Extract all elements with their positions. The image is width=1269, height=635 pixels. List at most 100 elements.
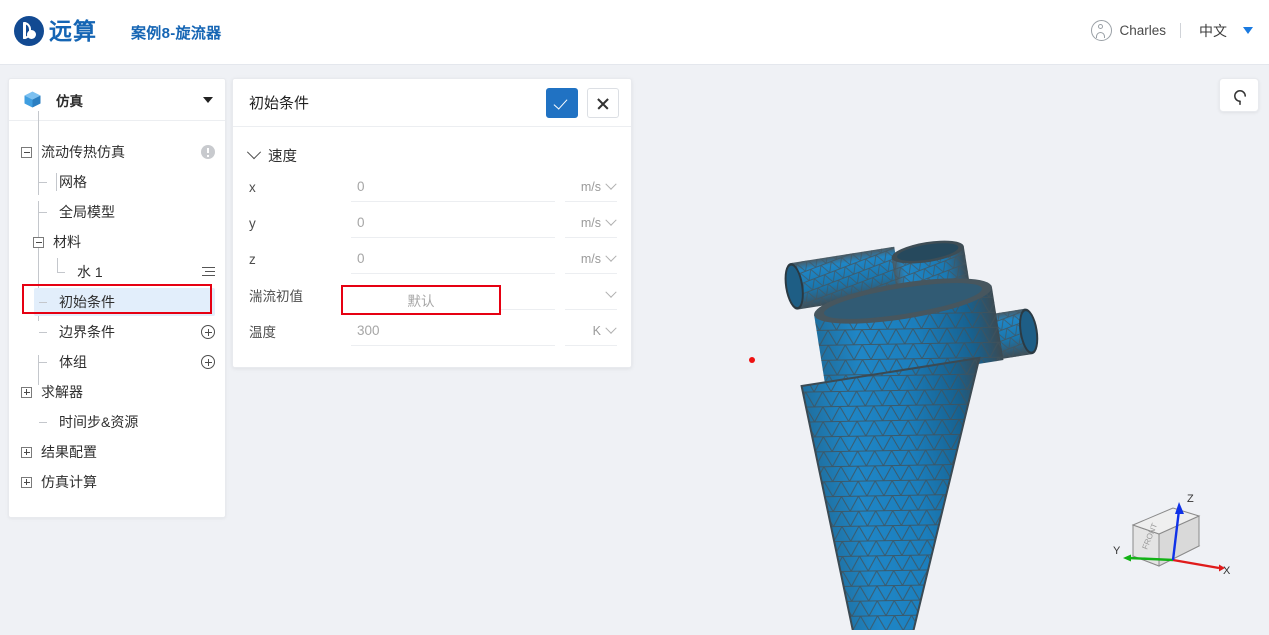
temperature-input[interactable] <box>351 316 555 346</box>
tree-item-label: 边界条件 <box>59 324 115 340</box>
velocity-section-label: 速度 <box>268 148 297 165</box>
tree-item-label: 网格 <box>59 174 87 190</box>
chevron-down-icon <box>605 214 617 226</box>
tree-item-label: 结果配置 <box>41 444 97 460</box>
field-row-velocity-y: y m/s <box>233 205 631 241</box>
tree-item-mesh[interactable]: 网格 <box>9 167 225 197</box>
sidebar-panel: 仿真 流动传热仿真 网格 全局模型 材料 水 1 初始条件 边界条件 体组 求解… <box>8 78 226 518</box>
field-label-turbulence: 湍流初值 <box>249 289 303 304</box>
list-icon[interactable] <box>202 266 215 278</box>
tree-item-solver[interactable]: 求解器 <box>9 377 225 407</box>
tree-item-label: 流动传热仿真 <box>41 144 125 160</box>
reset-view-button[interactable] <box>1219 78 1259 112</box>
tree-item-label: 仿真计算 <box>41 474 97 490</box>
warning-icon <box>201 145 215 159</box>
tree-item-simulation-run[interactable]: 仿真计算 <box>9 467 225 497</box>
velocity-y-unit-select[interactable]: m/s <box>565 208 617 238</box>
tree-item-boundary-conditions[interactable]: 边界条件 <box>9 317 225 347</box>
user-menu[interactable]: Charles <box>1091 20 1180 41</box>
tree-item-global-model[interactable]: 全局模型 <box>9 197 225 227</box>
expand-expander-icon[interactable] <box>21 386 32 398</box>
axis-x-label: X <box>1223 565 1231 577</box>
field-label-y: y <box>249 215 256 231</box>
tree-item-label: 求解器 <box>41 384 83 400</box>
collapse-expander-icon[interactable] <box>33 236 44 248</box>
velocity-y-input[interactable] <box>351 208 555 238</box>
tree-item-flow-heat-simulation[interactable]: 流动传热仿真 <box>9 137 225 167</box>
tree-item-timestep-resources[interactable]: 时间步&资源 <box>9 407 225 437</box>
project-title: 案例8-旋流器 <box>131 25 222 42</box>
tree-item-label: 水 1 <box>77 264 103 280</box>
axis-orientation-widget[interactable]: FRONT X Y Z <box>1111 488 1231 588</box>
confirm-button[interactable] <box>546 87 578 118</box>
caret-down-icon[interactable] <box>203 96 213 103</box>
panel-title: 初始条件 <box>249 95 310 112</box>
tree-branch-line <box>39 177 50 188</box>
simulation-tree: 流动传热仿真 网格 全局模型 材料 水 1 初始条件 边界条件 体组 求解器 时… <box>9 111 225 517</box>
tree-item-initial-conditions[interactable]: 初始条件 <box>9 287 225 317</box>
header-right-group: Charles 中文 <box>1091 20 1253 41</box>
field-row-temperature: 温度 K <box>233 313 631 349</box>
unit-label: m/s <box>580 179 601 194</box>
tree-item-material[interactable]: 材料 <box>9 227 225 257</box>
panel-header: 初始条件 <box>233 79 631 127</box>
caret-down-icon <box>1243 27 1253 34</box>
tree-item-label: 材料 <box>53 234 81 250</box>
tree-item-label: 时间步&资源 <box>59 414 139 430</box>
app-root: FRONT X Y Z 远算 案例8-旋流器 Charles 中文 仿真 流动传… <box>0 0 1269 635</box>
tree-branch-line <box>57 257 68 278</box>
velocity-x-unit-select[interactable]: m/s <box>565 172 617 202</box>
field-label-x: x <box>249 179 256 195</box>
tree-item-label: 体组 <box>59 354 87 370</box>
axis-z-label: Z <box>1187 493 1194 505</box>
expand-expander-icon[interactable] <box>21 446 32 458</box>
turbulence-initial-value-select[interactable] <box>351 280 555 310</box>
expand-expander-icon[interactable] <box>21 476 32 488</box>
temperature-unit-select[interactable]: K <box>565 316 617 346</box>
field-row-velocity-z: z m/s <box>233 241 631 277</box>
tree-branch-line <box>39 417 50 428</box>
tree-branch-line <box>39 357 50 368</box>
chevron-down-icon <box>605 286 617 298</box>
mouse-cursor-dot <box>749 357 755 363</box>
unit-label: m/s <box>580 215 601 230</box>
field-label-z: z <box>249 251 256 267</box>
chevron-down-icon <box>605 178 617 190</box>
turbulence-dropdown-toggle[interactable] <box>565 280 617 310</box>
logo-text: 远算 <box>49 18 97 44</box>
unit-label: m/s <box>580 251 601 266</box>
brand-logo[interactable]: 远算 <box>14 16 97 46</box>
chevron-down-icon <box>246 145 262 160</box>
tree-branch-line <box>39 327 50 338</box>
axis-y-label: Y <box>1113 545 1121 557</box>
tree-item-volume-group[interactable]: 体组 <box>9 347 225 377</box>
tree-item-label: 初始条件 <box>59 294 115 310</box>
initial-conditions-panel: 初始条件 速度 x m/s y <box>232 78 632 368</box>
user-avatar-icon <box>1091 20 1113 41</box>
language-selector[interactable]: 中文 <box>1181 21 1253 41</box>
close-button[interactable] <box>587 87 619 118</box>
velocity-section-header[interactable]: 速度 <box>233 141 631 169</box>
cube-icon <box>23 90 42 109</box>
sidebar-header-label: 仿真 <box>56 93 83 109</box>
field-row-turbulence-initial-value: 湍流初值 <box>233 277 631 313</box>
tree-branch-line <box>39 297 50 308</box>
field-label-temperature: 温度 <box>249 325 276 340</box>
tree-item-water-1[interactable]: 水 1 <box>9 257 225 287</box>
tree-branch-line <box>39 207 50 218</box>
velocity-x-input[interactable] <box>351 172 555 202</box>
panel-body: 速度 x m/s y m/s <box>233 127 631 367</box>
add-boundary-condition-icon[interactable] <box>201 325 215 339</box>
user-name: Charles <box>1119 23 1166 38</box>
velocity-z-input[interactable] <box>351 244 555 274</box>
field-row-velocity-x: x m/s <box>233 169 631 205</box>
reset-view-icon <box>1234 90 1246 105</box>
velocity-z-unit-select[interactable]: m/s <box>565 244 617 274</box>
sidebar-header[interactable]: 仿真 <box>9 79 225 121</box>
unit-label: K <box>592 323 601 338</box>
collapse-expander-icon[interactable] <box>21 146 32 158</box>
chevron-down-icon <box>605 250 617 262</box>
app-header: 远算 案例8-旋流器 Charles 中文 <box>0 0 1269 65</box>
add-volume-group-icon[interactable] <box>201 355 215 369</box>
tree-item-result-config[interactable]: 结果配置 <box>9 437 225 467</box>
